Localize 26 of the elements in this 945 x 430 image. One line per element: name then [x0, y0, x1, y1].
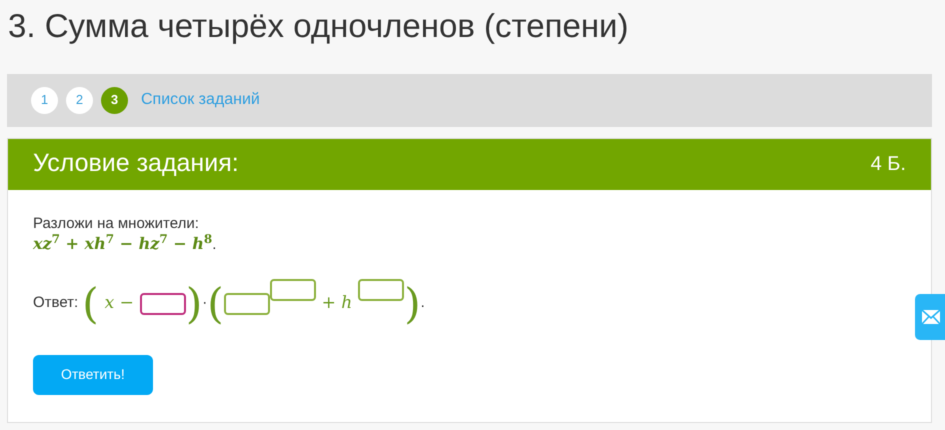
exponent-field[interactable] — [358, 278, 404, 301]
parenthesis: ) — [186, 282, 202, 325]
task-list-link[interactable]: Список заданий — [141, 88, 260, 112]
page-number-button[interactable]: 2 — [66, 86, 93, 114]
parenthesis: ( — [207, 282, 224, 325]
submit-button[interactable]: Ответить! — [33, 354, 153, 395]
answer-label: Ответ: — [33, 293, 78, 314]
parenthesis: ) — [404, 282, 421, 325]
operator-text: . — [420, 293, 425, 314]
points-label: 4 Б. — [870, 152, 906, 178]
operator-text: · — [202, 293, 208, 314]
instruction-text: Разложи на множители: — [33, 216, 200, 232]
answer-field[interactable] — [224, 292, 270, 315]
math-text: + h — [322, 292, 352, 315]
page-number-button[interactable]: 1 — [31, 86, 58, 114]
page-title: 3. Сумма четырёх одночленов (степени) — [7, 6, 630, 46]
mail-button[interactable] — [915, 294, 945, 340]
math-text: x − — [104, 292, 134, 315]
envelope-icon — [922, 310, 940, 324]
answer-field[interactable] — [140, 292, 186, 315]
period: . — [212, 236, 216, 254]
task-header-title: Условие задания: — [33, 148, 239, 180]
page-number-button[interactable]: 3 — [101, 86, 128, 114]
math-expression: xz$^{7}$ + xh$^{7}$ − hz$^{7}$ − h$^{8}$ — [33, 234, 212, 254]
exponent-field[interactable] — [270, 278, 316, 301]
parenthesis: ( — [82, 282, 99, 325]
